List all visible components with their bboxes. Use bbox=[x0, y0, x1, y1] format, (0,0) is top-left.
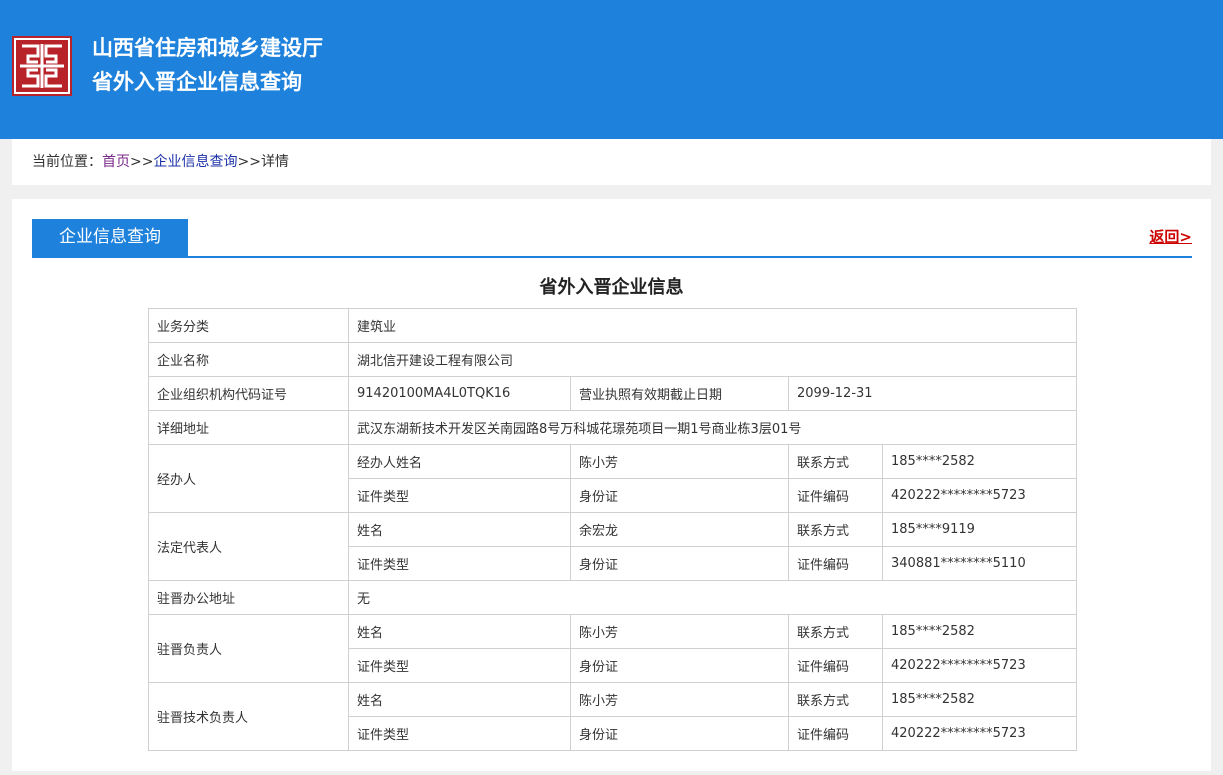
chinese-pattern-logo-icon bbox=[12, 36, 72, 96]
local-head-contact-value: 185****2582 bbox=[881, 614, 1078, 649]
table-row: 业务分类 建筑业 bbox=[148, 308, 1078, 343]
agent-group-label: 经办人 bbox=[148, 444, 349, 513]
site-title-line2: 省外入晋企业信息查询 bbox=[92, 70, 302, 94]
legal-name-label: 姓名 bbox=[348, 512, 571, 547]
org-code-label: 企业组织机构代码证号 bbox=[148, 376, 349, 411]
address-value: 武汉东湖新技术开发区关南园路8号万科城花璟苑项目一期1号商业栋3层01号 bbox=[347, 410, 1078, 445]
tech-head-id-type-label: 证件类型 bbox=[348, 716, 571, 751]
license-expiry-value: 2099-12-31 bbox=[787, 376, 1078, 411]
enterprise-info-table: 业务分类 建筑业 企业名称 湖北信开建设工程有限公司 企业组织机构代码证号 91… bbox=[148, 308, 1078, 751]
agent-name-label: 经办人姓名 bbox=[348, 444, 571, 479]
company-name-label: 企业名称 bbox=[148, 342, 349, 377]
local-head-group-label: 驻晋负责人 bbox=[148, 614, 349, 683]
panel-tab-bar: 企业信息查询 返回> bbox=[32, 219, 1192, 258]
local-head-id-type-label: 证件类型 bbox=[348, 648, 571, 683]
legal-id-no-label: 证件编码 bbox=[788, 546, 883, 581]
tech-head-name-value: 陈小芳 bbox=[570, 682, 789, 717]
site-title-line1: 山西省住房和城乡建设厅 bbox=[92, 36, 323, 60]
agent-contact-value: 185****2582 bbox=[881, 444, 1078, 479]
agent-id-no-value: 420222********5723 bbox=[881, 478, 1078, 513]
tech-head-contact-value: 185****2582 bbox=[881, 682, 1078, 717]
breadcrumb-prefix: 当前位置： bbox=[32, 154, 102, 170]
agent-id-no-label: 证件编码 bbox=[788, 478, 883, 513]
table-row: 驻晋负责人 姓名 陈小芳 联系方式 185****2582 bbox=[148, 614, 1078, 683]
table-row: 企业名称 湖北信开建设工程有限公司 bbox=[148, 342, 1078, 377]
legal-contact-value: 185****9119 bbox=[881, 512, 1078, 547]
legal-name-value: 余宏龙 bbox=[570, 512, 789, 547]
license-expiry-label: 营业执照有效期截止日期 bbox=[570, 376, 789, 411]
table-row: 驻晋办公地址 无 bbox=[148, 580, 1078, 615]
legal-id-no-value: 340881********5110 bbox=[881, 546, 1078, 581]
legal-id-type-label: 证件类型 bbox=[348, 546, 571, 581]
legal-contact-label: 联系方式 bbox=[788, 512, 883, 547]
page-title: 省外入晋企业信息 bbox=[539, 277, 684, 298]
breadcrumb-bar: 当前位置：首页>>企业信息查询>>详情 bbox=[12, 139, 1211, 185]
breadcrumb-home-link[interactable]: 首页 bbox=[102, 154, 130, 170]
main-panel: 企业信息查询 返回> 省外入晋企业信息 业务分类 建筑业 企业名称 湖北信开建设… bbox=[12, 199, 1211, 771]
tech-head-contact-label: 联系方式 bbox=[788, 682, 883, 717]
business-type-value: 建筑业 bbox=[347, 308, 1078, 343]
tech-head-group-label: 驻晋技术负责人 bbox=[148, 682, 349, 751]
table-row: 企业组织机构代码证号 91420100MA4L0TQK16 营业执照有效期截止日… bbox=[148, 376, 1078, 411]
breadcrumb-current: 详情 bbox=[260, 154, 289, 170]
local-head-contact-label: 联系方式 bbox=[788, 614, 883, 649]
address-label: 详细地址 bbox=[148, 410, 349, 445]
office-value: 无 bbox=[347, 580, 1078, 615]
local-head-id-no-label: 证件编码 bbox=[788, 648, 883, 683]
site-header: 山西省住房和城乡建设厅 省外入晋企业信息查询 bbox=[0, 0, 1223, 139]
legal-id-type-value: 身份证 bbox=[570, 546, 789, 581]
tab-enterprise-query[interactable]: 企业信息查询 bbox=[32, 219, 188, 256]
office-label: 驻晋办公地址 bbox=[148, 580, 349, 615]
agent-id-type-label: 证件类型 bbox=[348, 478, 571, 513]
company-name-value: 湖北信开建设工程有限公司 bbox=[347, 342, 1078, 377]
agent-contact-label: 联系方式 bbox=[788, 444, 883, 479]
agent-name-value: 陈小芳 bbox=[570, 444, 789, 479]
breadcrumb-query-link[interactable]: 企业信息查询 bbox=[153, 154, 237, 170]
tech-head-id-no-value: 420222********5723 bbox=[881, 716, 1078, 751]
back-link[interactable]: 返回> bbox=[1149, 226, 1192, 247]
tech-head-name-label: 姓名 bbox=[348, 682, 571, 717]
table-row: 详细地址 武汉东湖新技术开发区关南园路8号万科城花璟苑项目一期1号商业栋3层01… bbox=[148, 410, 1078, 445]
business-type-label: 业务分类 bbox=[148, 308, 349, 343]
table-row: 经办人 经办人姓名 陈小芳 联系方式 185****2582 bbox=[148, 444, 1078, 513]
legal-group-label: 法定代表人 bbox=[148, 512, 349, 581]
local-head-name-label: 姓名 bbox=[348, 614, 571, 649]
local-head-id-type-value: 身份证 bbox=[570, 648, 789, 683]
breadcrumb-separator: >> bbox=[237, 154, 261, 170]
table-row: 驻晋技术负责人 姓名 陈小芳 联系方式 185****2582 bbox=[148, 682, 1078, 751]
org-code-value: 91420100MA4L0TQK16 bbox=[348, 376, 571, 411]
agent-id-type-value: 身份证 bbox=[570, 478, 789, 513]
table-row: 法定代表人 姓名 余宏龙 联系方式 185****9119 bbox=[148, 512, 1078, 581]
local-head-id-no-value: 420222********5723 bbox=[881, 648, 1078, 683]
tech-head-id-type-value: 身份证 bbox=[570, 716, 789, 751]
breadcrumb: 当前位置：首页>>企业信息查询>>详情 bbox=[32, 152, 289, 172]
local-head-name-value: 陈小芳 bbox=[570, 614, 789, 649]
tech-head-id-no-label: 证件编码 bbox=[788, 716, 883, 751]
breadcrumb-separator: >> bbox=[130, 154, 154, 170]
